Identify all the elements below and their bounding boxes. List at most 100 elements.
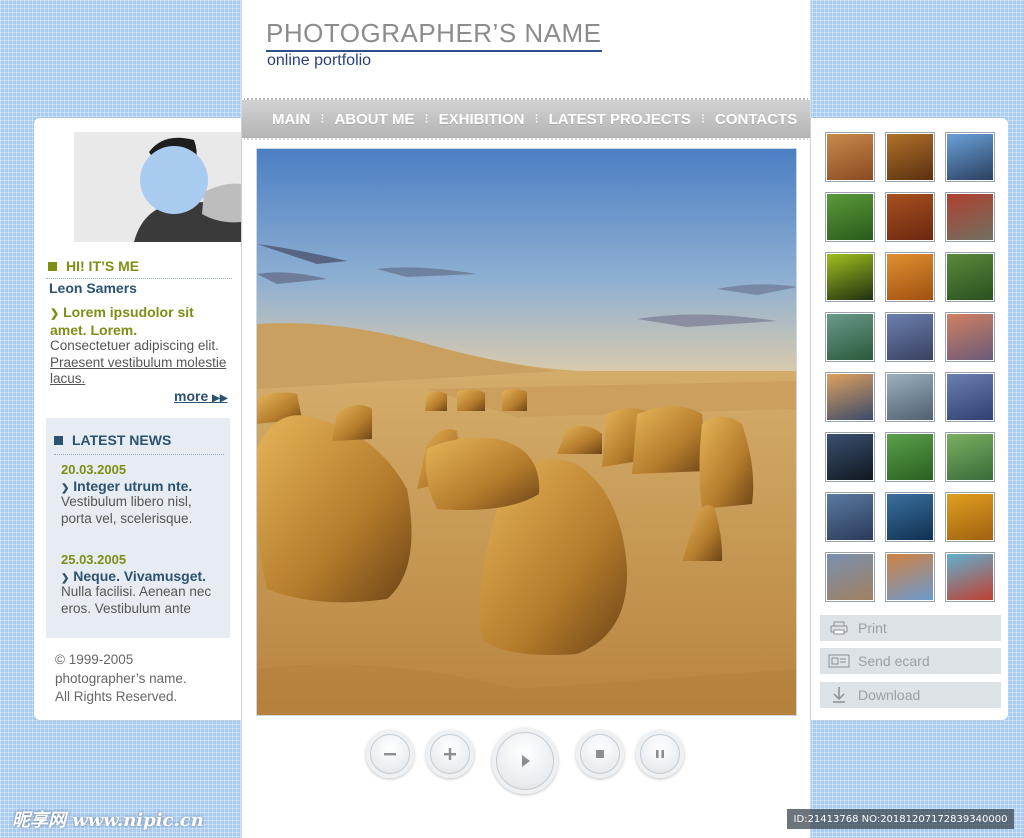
thumbnail-image: [947, 194, 993, 240]
thumbnail-image: [827, 314, 873, 360]
thumbnail-image: [827, 554, 873, 600]
thumbnail-night-pier[interactable]: [825, 432, 875, 482]
download-button[interactable]: Download: [820, 682, 1001, 708]
about-section-title: HI! IT’S ME: [48, 258, 139, 274]
thumbnail-waterfall[interactable]: [885, 492, 935, 542]
nav-separator: ⁝: [424, 111, 429, 127]
minus-icon: [370, 734, 410, 774]
nav-item-exhibition[interactable]: EXHIBITION: [439, 111, 525, 128]
nav-item-main[interactable]: MAIN: [272, 111, 310, 128]
thumbnail-image: [947, 314, 993, 360]
copyright-line: photographer’s name.: [55, 670, 187, 686]
thumbnail-image: [947, 254, 993, 300]
download-icon: [820, 686, 858, 704]
thumbnail-sunset-globe[interactable]: [945, 492, 995, 542]
square-bullet-icon: [48, 261, 57, 271]
thumbnail-mountain-clouds[interactable]: [885, 312, 935, 362]
thumbnail-cloudy-coast[interactable]: [825, 552, 875, 602]
intro-headline-text: Lorem ipsudolor sit amet. Lorem.: [50, 304, 194, 338]
nav-item-about-me[interactable]: ABOUT ME: [334, 111, 414, 128]
divider: [46, 278, 232, 279]
thumbnail-grid: [825, 132, 997, 602]
intro-text: Consectetuer adipiscing elit. Praesent v…: [50, 338, 232, 388]
thumbnail-red-flowers[interactable]: [945, 192, 995, 242]
news-headline-link[interactable]: ❯ Neque. Vivamusget.: [61, 568, 206, 584]
print-label: Print: [858, 620, 887, 636]
thumbnail-image: [887, 254, 933, 300]
nav-item-contacts[interactable]: CONTACTS: [715, 111, 797, 128]
divider: [54, 454, 224, 455]
nav-separator: ⁝: [534, 111, 539, 127]
stop-icon: [580, 734, 620, 774]
thumbnail-image: [947, 554, 993, 600]
thumbnail-harbor-dusk[interactable]: [945, 312, 995, 362]
print-button[interactable]: Print: [820, 615, 1001, 641]
more-link[interactable]: more ▶▶: [174, 388, 228, 404]
thumbnail-image: [947, 494, 993, 540]
watermark-id: ID:21413768 NO:20181207172839340000: [787, 809, 1014, 829]
thumbnail-lifeguard-tower[interactable]: [945, 552, 995, 602]
thumbnail-golf-green[interactable]: [885, 432, 935, 482]
news-headline-link[interactable]: ❯ Integer utrum nte.: [61, 478, 192, 494]
thumbnail-image: [827, 134, 873, 180]
center-panel: PHOTOGRAPHER’S NAME online portfolio MAI…: [241, 0, 811, 838]
player-controls: [242, 720, 810, 838]
intro-headline: ❯ Lorem ipsudolor sit amet. Lorem.: [50, 304, 230, 338]
thumbnail-green-leaf[interactable]: [825, 252, 875, 302]
about-title-text: HI! IT’S ME: [66, 258, 140, 274]
thumbnail-image: [947, 134, 993, 180]
news-box: LATEST NEWS 20.03.2005 ❯ Integer utrum n…: [46, 418, 230, 638]
thumbnail-sailboat-sunset[interactable]: [825, 372, 875, 422]
copyright-line: © 1999-2005: [55, 652, 134, 667]
play-icon: [496, 732, 554, 790]
thumbnail-image: [827, 434, 873, 480]
news-date: 20.03.2005: [61, 462, 127, 477]
thumbnail-image: [947, 434, 993, 480]
copyright: © 1999-2005 photographer’s name. All Rig…: [55, 651, 235, 707]
thumbnail-image: [887, 134, 933, 180]
thumbnail-orange-sunset[interactable]: [885, 252, 935, 302]
thumbnail-image: [827, 254, 873, 300]
watermark-logo: 昵享网 www.nipic.cn: [12, 810, 204, 831]
thumbnail-blue-haze[interactable]: [945, 372, 995, 422]
thumbnail-villa[interactable]: [945, 432, 995, 482]
pause-button[interactable]: [636, 730, 684, 778]
news-headline: Neque. Vivamusget.: [73, 568, 207, 584]
thumbnail-image: [827, 194, 873, 240]
thumbnail-lake-mist[interactable]: [885, 372, 935, 422]
thumbnail-desert-dunes[interactable]: [825, 132, 875, 182]
stop-button[interactable]: [576, 730, 624, 778]
double-arrow-icon: ▶▶: [212, 393, 228, 404]
nav-item-latest-projects[interactable]: LATEST PROJECTS: [549, 111, 691, 128]
news-text: Vestibulum libero nisl, porta vel, scele…: [61, 494, 193, 526]
thumbnail-canyon[interactable]: [885, 132, 935, 182]
nav-separator: ⁝: [320, 111, 325, 127]
news-headline: Integer utrum nte.: [73, 478, 193, 494]
play-button[interactable]: [492, 728, 558, 794]
thumbnail-rock-red[interactable]: [885, 192, 935, 242]
thumbnail-forest[interactable]: [825, 312, 875, 362]
printer-icon: [820, 621, 858, 635]
site-subtitle: online portfolio: [267, 52, 372, 69]
nav-separator: ⁝: [700, 111, 705, 127]
thumbnail-dune-sky[interactable]: [885, 552, 935, 602]
thumbnail-bamboo[interactable]: [825, 192, 875, 242]
square-bullet-icon: [54, 435, 63, 445]
intro-link[interactable]: Praesent vestibulum molestie lacus.: [50, 355, 226, 387]
thumbnail-butterfly[interactable]: [945, 132, 995, 182]
thumbnail-image: [827, 374, 873, 420]
thumbnail-image: [887, 434, 933, 480]
zoom-out-button[interactable]: [366, 730, 414, 778]
thumbnail-green-macro[interactable]: [945, 252, 995, 302]
main-nav: MAIN ⁝ ABOUT ME ⁝ EXHIBITION ⁝ LATEST PR…: [242, 98, 810, 140]
send-ecard-button[interactable]: Send ecard: [820, 648, 1001, 674]
intro-body: Consectetuer adipiscing elit.: [50, 338, 219, 353]
site-title: PHOTOGRAPHER’S NAME: [266, 18, 602, 52]
thumbnail-image: [947, 374, 993, 420]
arrow-bullet-icon: ❯: [50, 308, 60, 320]
thumbnail-snow-peaks[interactable]: [825, 492, 875, 542]
thumbnail-image: [887, 494, 933, 540]
more-label: more: [174, 388, 209, 404]
zoom-in-button[interactable]: [426, 730, 474, 778]
ecard-icon: [820, 654, 858, 668]
